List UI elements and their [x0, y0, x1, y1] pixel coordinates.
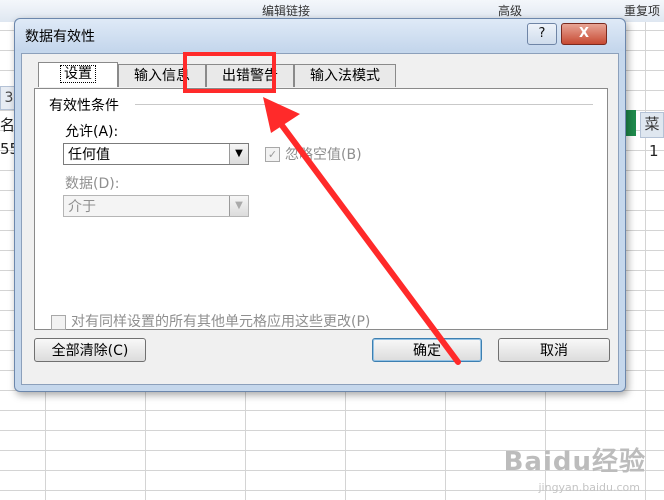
watermark: Baidu经验 — [503, 447, 646, 477]
watermark-url: jingyan.baidu.com — [538, 481, 640, 494]
annotation-arrow — [263, 97, 461, 365]
